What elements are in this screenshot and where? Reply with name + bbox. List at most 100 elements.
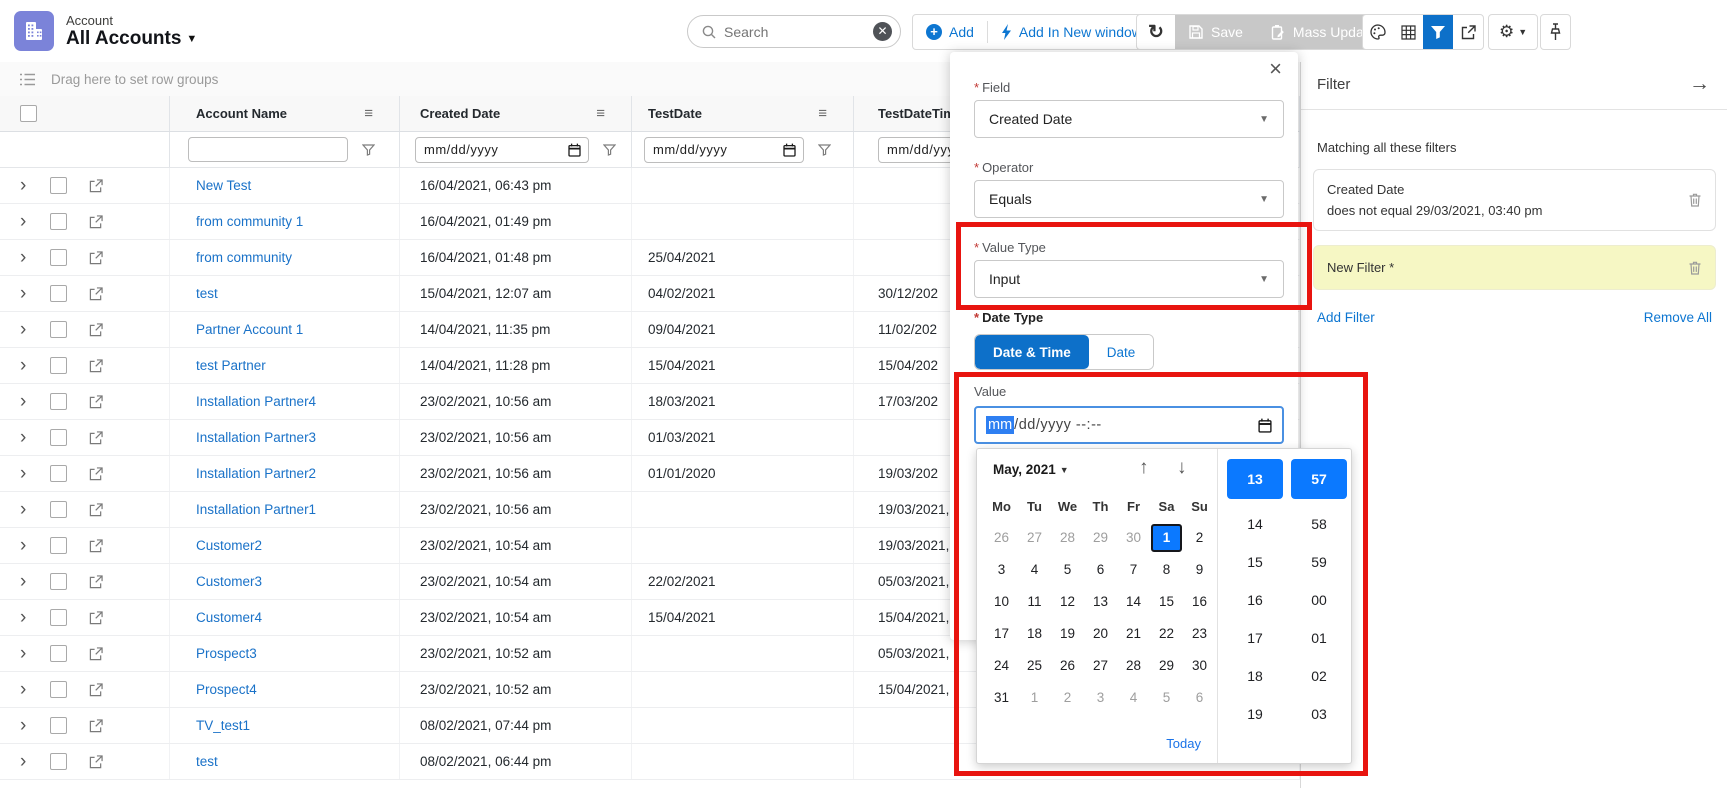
select-all-checkbox[interactable] [20,105,37,122]
calendar-day[interactable]: 27 [1018,523,1051,553]
row-checkbox[interactable] [50,285,67,302]
expand-chevron-icon[interactable]: › [20,466,32,481]
minute-option[interactable]: 58 [1291,505,1347,543]
column-menu-icon[interactable]: ≡ [364,105,373,122]
funnel-icon[interactable] [818,144,831,156]
external-link-icon[interactable] [89,215,103,229]
row-checkbox[interactable] [50,717,67,734]
filter-card-created-date[interactable]: Created Date does not equal 29/03/2021, … [1313,169,1716,231]
filter-toggle-button[interactable] [1423,15,1453,49]
add-button[interactable]: + Add [913,15,987,49]
column-header-testdate[interactable]: TestDate [648,106,702,121]
account-name-link[interactable]: test Partner [196,358,266,373]
calendar-day[interactable]: 28 [1117,651,1150,681]
row-checkbox[interactable] [50,393,67,410]
calendar-day[interactable]: 6 [1183,683,1216,713]
add-in-new-window-button[interactable]: Add In New window [988,15,1155,49]
calendar-day[interactable]: 6 [1084,555,1117,585]
hour-option[interactable]: 17 [1227,619,1283,657]
settings-button[interactable]: ⚙ ▼ [1489,22,1537,42]
operator-select[interactable]: Equals ▼ [974,180,1284,218]
calendar-day[interactable]: 11 [1018,587,1051,617]
calendar-day[interactable]: 30 [1117,523,1150,553]
calendar-day[interactable]: 10 [985,587,1018,617]
next-month-arrow-icon[interactable]: ↓ [1177,457,1187,479]
external-link-icon[interactable] [89,431,103,445]
account-name-link[interactable]: Customer2 [196,538,262,553]
calendar-day[interactable]: 26 [985,523,1018,553]
expand-chevron-icon[interactable]: › [20,754,32,769]
calendar-day[interactable]: 29 [1150,651,1183,681]
external-link-icon[interactable] [89,611,103,625]
external-link-icon[interactable] [89,467,103,481]
date-option[interactable]: Date [1089,335,1154,369]
funnel-icon[interactable] [362,144,375,156]
row-checkbox[interactable] [50,357,67,374]
expand-chevron-icon[interactable]: › [20,358,32,373]
expand-chevron-icon[interactable]: › [20,250,32,265]
row-checkbox[interactable] [50,429,67,446]
calendar-day[interactable]: 2 [1183,523,1216,553]
value-type-select[interactable]: Input ▼ [974,260,1284,298]
calendar-day[interactable]: 12 [1051,587,1084,617]
collapse-panel-arrow-icon[interactable]: → [1689,72,1710,96]
calendar-day[interactable]: 14 [1117,587,1150,617]
calendar-day[interactable]: 15 [1150,587,1183,617]
hour-option[interactable]: 19 [1227,695,1283,733]
calendar-day[interactable]: 5 [1051,555,1084,585]
calendar-day[interactable]: 4 [1018,555,1051,585]
calendar-day[interactable]: 21 [1117,619,1150,649]
calendar-day[interactable]: 20 [1084,619,1117,649]
calendar-day[interactable]: 26 [1051,651,1084,681]
expand-chevron-icon[interactable]: › [20,538,32,553]
external-link-icon[interactable] [89,503,103,517]
account-name-link[interactable]: test [196,754,218,769]
calendar-day[interactable]: 3 [1084,683,1117,713]
account-name-link[interactable]: Installation Partner4 [196,394,316,409]
column-menu-icon[interactable]: ≡ [818,105,827,122]
external-link-icon[interactable] [89,251,103,265]
row-checkbox[interactable] [50,213,67,230]
calendar-day[interactable]: 29 [1084,523,1117,553]
minute-option-selected[interactable]: 57 [1291,459,1347,499]
pin-button[interactable] [1541,23,1570,41]
column-header-account-name[interactable]: Account Name [196,106,287,121]
calendar-day[interactable]: 16 [1183,587,1216,617]
row-checkbox[interactable] [50,573,67,590]
external-link-icon[interactable] [89,683,103,697]
calendar-day[interactable]: 24 [985,651,1018,681]
trash-icon[interactable] [1688,193,1702,208]
calendar-day[interactable]: 9 [1183,555,1216,585]
calendar-day[interactable]: 30 [1183,651,1216,681]
row-checkbox[interactable] [50,321,67,338]
column-menu-icon[interactable]: ≡ [596,105,605,122]
save-button[interactable]: Save [1175,15,1257,49]
row-checkbox[interactable] [50,249,67,266]
close-icon[interactable]: × [1269,56,1282,82]
theme-button[interactable] [1363,15,1393,49]
open-in-new-button[interactable] [1453,15,1483,49]
minute-option[interactable]: 03 [1291,695,1347,733]
account-name-link[interactable]: Customer4 [196,610,262,625]
month-segment[interactable]: mm [986,416,1014,434]
trash-icon[interactable] [1688,260,1702,275]
column-header-created-date[interactable]: Created Date [420,106,500,121]
month-selector[interactable]: May, 2021▼ [993,462,1069,477]
expand-chevron-icon[interactable]: › [20,574,32,589]
calendar-day[interactable]: 17 [985,619,1018,649]
refresh-icon[interactable]: ↻ [1137,15,1175,49]
calendar-day[interactable]: 7 [1117,555,1150,585]
calendar-day[interactable]: 28 [1051,523,1084,553]
calendar-day[interactable]: 13 [1084,587,1117,617]
previous-month-arrow-icon[interactable]: ↑ [1139,457,1149,479]
today-link[interactable]: Today [1166,736,1201,751]
external-link-icon[interactable] [89,287,103,301]
expand-chevron-icon[interactable]: › [20,214,32,229]
account-name-link[interactable]: Customer3 [196,574,262,589]
minute-option[interactable]: 59 [1291,543,1347,581]
clear-search-icon[interactable]: ✕ [873,22,892,41]
row-checkbox[interactable] [50,645,67,662]
calendar-day[interactable]: 22 [1150,619,1183,649]
calendar-day-selected[interactable]: 1 [1151,524,1182,552]
expand-chevron-icon[interactable]: › [20,502,32,517]
